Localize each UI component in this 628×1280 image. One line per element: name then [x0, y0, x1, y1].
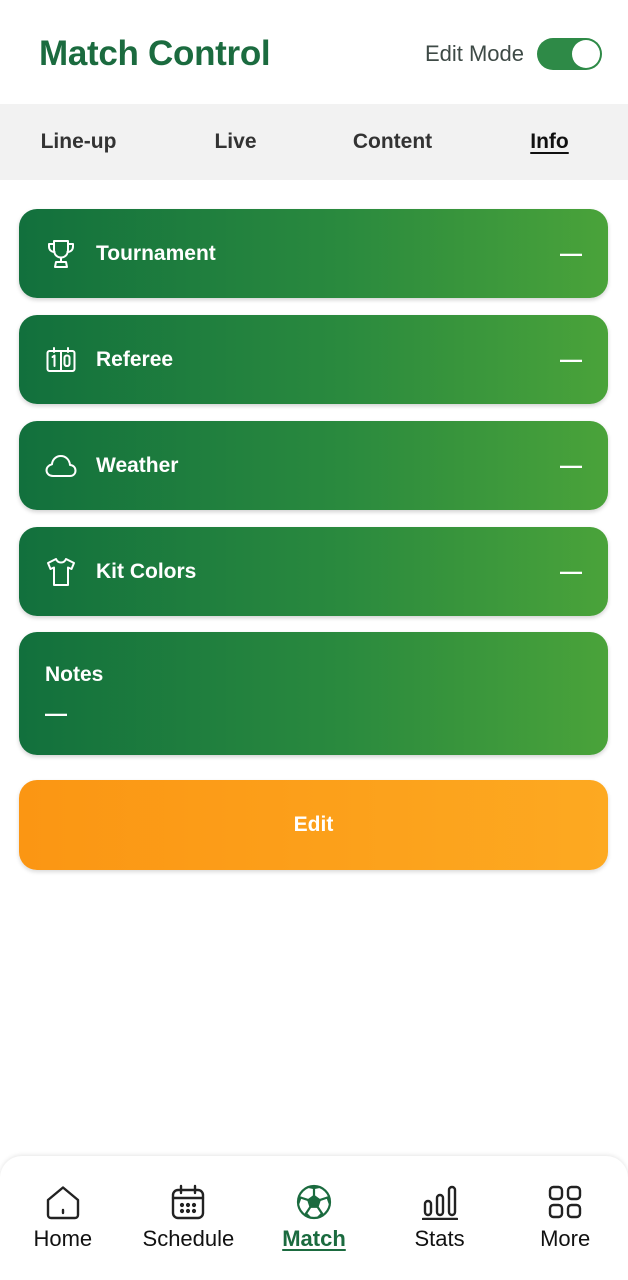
grid-icon — [546, 1183, 584, 1221]
cloud-icon — [45, 450, 77, 482]
tab-label: Content — [352, 130, 433, 153]
page-title: Match Control — [39, 34, 271, 73]
card-value: — — [560, 558, 582, 584]
nav-label: More — [540, 1226, 591, 1251]
edit-mode-control: Edit Mode — [425, 38, 602, 70]
card-value: — — [560, 240, 582, 266]
nav-item-home[interactable]: Home — [0, 1156, 126, 1280]
nav-item-match[interactable]: Match — [251, 1156, 377, 1280]
header: Match Control Edit Mode — [0, 0, 628, 104]
tab-label: Info — [530, 130, 569, 153]
tab-label: Line-up — [40, 130, 117, 153]
nav-label: Schedule — [142, 1226, 235, 1251]
toggle-knob — [572, 40, 600, 68]
notes-label: Notes — [45, 663, 104, 686]
match-control-screen: Match Control Edit Mode Line-up Live Con… — [0, 0, 628, 1280]
shirt-icon — [45, 556, 77, 588]
trophy-icon — [45, 238, 77, 270]
notes-value: — — [45, 701, 67, 726]
tab-info[interactable]: Info — [471, 104, 628, 180]
nav-label: Match — [282, 1226, 346, 1251]
tournament-card[interactable]: Tournament — — [19, 209, 608, 298]
nav-label: Home — [33, 1226, 93, 1251]
card-value: — — [560, 346, 582, 372]
nav-item-more[interactable]: More — [502, 1156, 628, 1280]
tab-content[interactable]: Content — [314, 104, 471, 180]
tab-live[interactable]: Live — [157, 104, 314, 180]
weather-card[interactable]: Weather — — [19, 421, 608, 510]
edit-mode-label: Edit Mode — [424, 41, 524, 66]
nav-item-schedule[interactable]: Schedule — [126, 1156, 252, 1280]
referee-card[interactable]: Referee — — [19, 315, 608, 404]
tab-label: Live — [214, 130, 257, 153]
card-label: Referee — [96, 347, 174, 371]
card-value: — — [560, 452, 582, 478]
home-icon — [44, 1183, 82, 1221]
nav-item-stats[interactable]: Stats — [377, 1156, 503, 1280]
kit-colors-card[interactable]: Kit Colors — — [19, 527, 608, 616]
bar-chart-icon — [421, 1183, 459, 1221]
edit-button[interactable]: Edit — [19, 780, 608, 870]
card-label: Tournament — [96, 241, 216, 265]
bottom-nav: Home Schedule Match Stats More — [0, 1156, 628, 1280]
tab-line-up[interactable]: Line-up — [0, 104, 157, 180]
card-label: Kit Colors — [96, 559, 197, 583]
scoreboard-icon — [45, 344, 77, 376]
nav-label: Stats — [414, 1226, 465, 1251]
card-label: Weather — [96, 453, 179, 477]
notes-card[interactable]: Notes — — [19, 632, 608, 755]
soccer-ball-icon — [295, 1183, 333, 1221]
calendar-icon — [169, 1183, 207, 1221]
tab-bar: Line-up Live Content Info — [0, 104, 628, 180]
edit-mode-toggle[interactable] — [537, 38, 602, 70]
